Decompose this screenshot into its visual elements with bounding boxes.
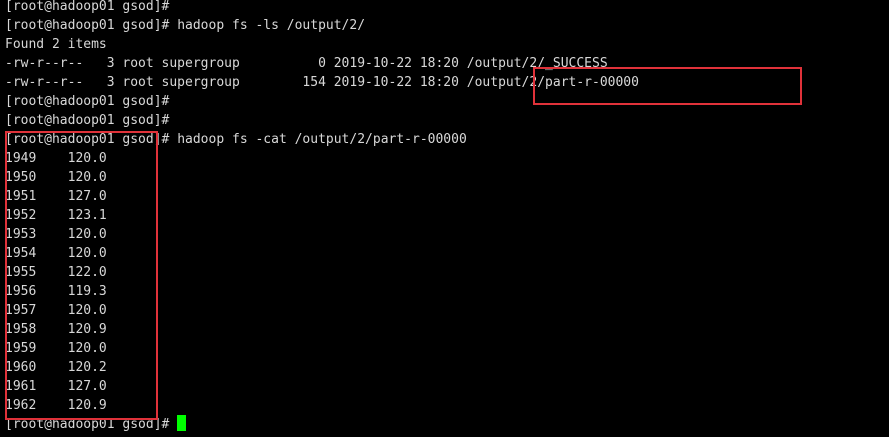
result-row: 1957 120.0 xyxy=(5,301,107,320)
result-gap xyxy=(36,189,67,204)
result-value: 120.0 xyxy=(67,227,107,242)
result-value: 120.9 xyxy=(67,398,107,413)
shell-prompt: [root@hadoop01 gsod]# xyxy=(5,0,170,14)
output-line: -rw-r--r-- 3 root supergroup 154 2019-10… xyxy=(5,73,639,92)
result-year: 1961 xyxy=(5,379,37,394)
shell-command: hadoop fs -cat /output/2/part-r-00000 xyxy=(169,132,467,147)
output-text: -rw-r--r-- 3 root supergroup 0 2019-10-2… xyxy=(5,56,608,71)
result-year: 1957 xyxy=(5,303,37,318)
prompt-line: [root@hadoop01 gsod]# xyxy=(5,92,169,111)
shell-prompt: [root@hadoop01 gsod]# xyxy=(5,417,170,432)
result-year: 1962 xyxy=(5,398,37,413)
shell-command: hadoop fs -ls /output/2/ xyxy=(169,18,366,33)
result-gap xyxy=(36,170,67,185)
result-gap xyxy=(36,208,67,223)
result-value: 123.1 xyxy=(67,208,107,223)
result-row: 1954 120.0 xyxy=(5,244,107,263)
result-value: 127.0 xyxy=(67,379,107,394)
terminal-cursor[interactable] xyxy=(177,415,187,431)
result-gap xyxy=(36,360,67,375)
result-value: 120.0 xyxy=(67,246,107,261)
result-value: 120.0 xyxy=(67,151,107,166)
result-value: 120.0 xyxy=(67,303,107,318)
result-gap xyxy=(36,303,67,318)
result-year: 1959 xyxy=(5,341,37,356)
result-year: 1960 xyxy=(5,360,37,375)
prompt-line: [root@hadoop01 gsod]# hadoop fs -cat /ou… xyxy=(5,130,467,149)
result-row: 1958 120.9 xyxy=(5,320,107,339)
output-text: -rw-r--r-- 3 root supergroup 154 2019-10… xyxy=(5,75,639,90)
prompt-line: [root@hadoop01 gsod]# hadoop fs -ls /out… xyxy=(5,16,365,35)
result-year: 1951 xyxy=(5,189,37,204)
result-row: 1955 122.0 xyxy=(5,263,107,282)
terminal-window[interactable]: [root@hadoop01 gsod]# [root@hadoop01 gsod… xyxy=(0,0,889,437)
result-row: 1950 120.0 xyxy=(5,168,107,187)
result-year: 1958 xyxy=(5,322,37,337)
result-row: 1962 120.9 xyxy=(5,396,107,415)
result-gap xyxy=(36,227,67,242)
result-gap xyxy=(36,341,67,356)
result-gap xyxy=(36,265,67,280)
result-value: 119.3 xyxy=(67,284,107,299)
result-row: 1956 119.3 xyxy=(5,282,107,301)
result-row: 1951 127.0 xyxy=(5,187,107,206)
output-line: Found 2 items xyxy=(5,35,107,54)
result-year: 1950 xyxy=(5,170,37,185)
result-value: 127.0 xyxy=(67,189,107,204)
result-gap xyxy=(36,398,67,413)
result-row: 1959 120.0 xyxy=(5,339,107,358)
result-value: 122.0 xyxy=(67,265,107,280)
output-text: Found 2 items xyxy=(5,37,107,52)
result-year: 1956 xyxy=(5,284,37,299)
shell-prompt: [root@hadoop01 gsod]# xyxy=(5,132,170,147)
shell-prompt: [root@hadoop01 gsod]# xyxy=(5,18,170,33)
active-prompt-line: [root@hadoop01 gsod]# xyxy=(5,415,187,434)
result-value: 120.0 xyxy=(67,170,107,185)
result-gap xyxy=(36,284,67,299)
output-line: -rw-r--r-- 3 root supergroup 0 2019-10-2… xyxy=(5,54,608,73)
result-row: 1960 120.2 xyxy=(5,358,107,377)
result-value: 120.0 xyxy=(67,341,107,356)
result-year: 1955 xyxy=(5,265,37,280)
result-row: 1953 120.0 xyxy=(5,225,107,244)
result-gap xyxy=(36,151,67,166)
result-year: 1952 xyxy=(5,208,37,223)
result-year: 1954 xyxy=(5,246,37,261)
result-gap xyxy=(36,322,67,337)
result-value: 120.9 xyxy=(67,322,107,337)
result-row: 1961 127.0 xyxy=(5,377,107,396)
result-gap xyxy=(36,379,67,394)
result-row: 1949 120.0 xyxy=(5,149,107,168)
prompt-line: [root@hadoop01 gsod]# xyxy=(5,111,169,130)
result-year: 1949 xyxy=(5,151,37,166)
result-gap xyxy=(36,246,67,261)
result-value: 120.2 xyxy=(67,360,107,375)
result-row: 1952 123.1 xyxy=(5,206,107,225)
prompt-line: [root@hadoop01 gsod]# xyxy=(5,0,169,16)
shell-prompt: [root@hadoop01 gsod]# xyxy=(5,113,170,128)
shell-prompt: [root@hadoop01 gsod]# xyxy=(5,94,170,109)
result-year: 1953 xyxy=(5,227,37,242)
